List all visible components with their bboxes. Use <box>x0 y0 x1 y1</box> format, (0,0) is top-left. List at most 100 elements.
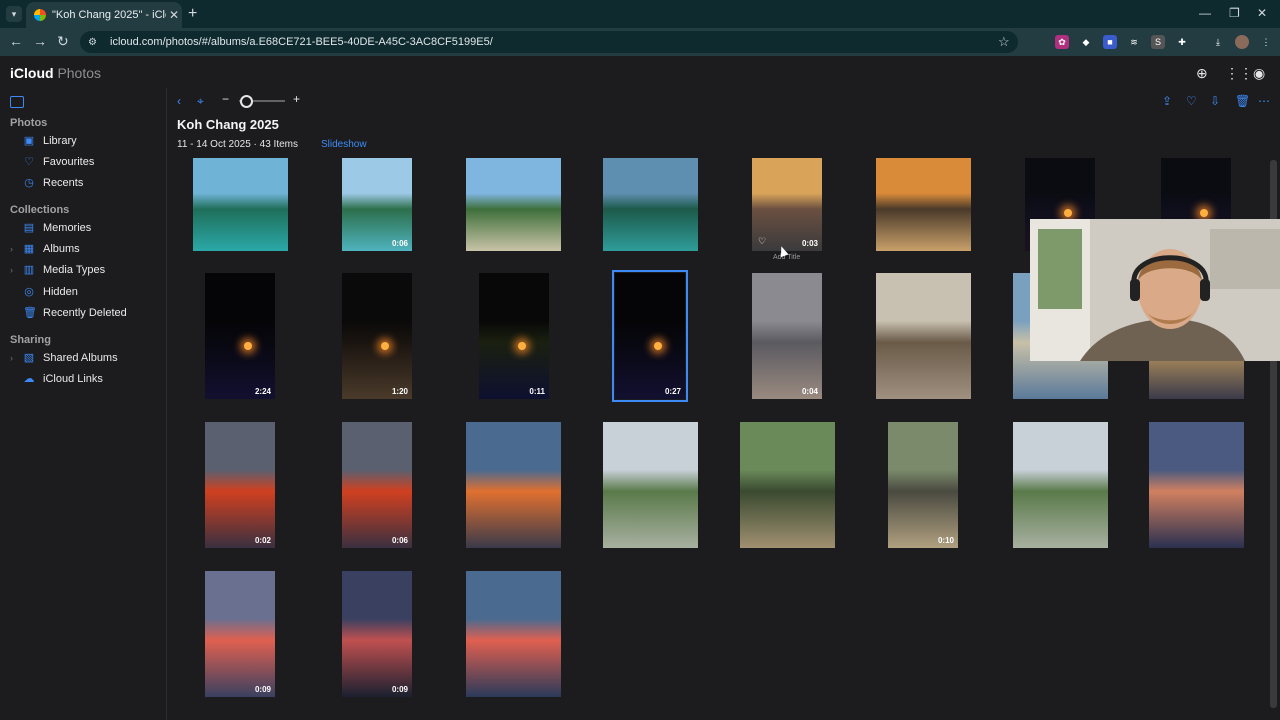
photo-thumbnail[interactable]: 0:06 <box>342 422 412 548</box>
photo-thumbnail[interactable]: 0:02 <box>205 422 275 548</box>
video-duration: 0:06 <box>391 239 408 248</box>
photo-thumbnail[interactable] <box>466 158 561 251</box>
sidebar-item-albums[interactable]: › ▦ Albums <box>10 239 161 259</box>
zoom-slider-knob[interactable] <box>240 95 253 108</box>
forward-icon[interactable]: → <box>33 33 47 49</box>
address-bar[interactable]: ⚙ icloud.com/photos/#/albums/a.E68CE721-… <box>80 31 1018 53</box>
media-types-icon: ▥ <box>23 264 35 276</box>
photo-thumbnail[interactable] <box>603 158 698 251</box>
photo-thumbnail[interactable]: 0:06 <box>342 158 412 251</box>
sidebar-item-media-types[interactable]: › ▥ Media Types <box>10 260 161 280</box>
photo-thumbnail[interactable]: 1:20 <box>342 273 412 399</box>
bookmark-star-icon[interactable]: ☆ <box>998 34 1018 50</box>
heart-icon: ♡ <box>24 156 34 168</box>
account-icon[interactable]: ◉ <box>1253 65 1265 82</box>
delete-icon[interactable]: 🗑 <box>1235 94 1250 108</box>
minimize-icon[interactable]: — <box>1199 6 1211 20</box>
photo-thumbnail[interactable] <box>740 422 835 548</box>
meta-separator: · <box>253 139 257 150</box>
album-title: Koh Chang 2025 <box>177 117 279 132</box>
trash-icon: 🗑 <box>23 307 37 319</box>
download-icon[interactable]: ⤓ <box>1211 35 1225 49</box>
photo-thumbnail[interactable] <box>876 273 971 399</box>
photo-thumbnail[interactable] <box>603 422 698 548</box>
photo-thumbnail[interactable] <box>876 158 971 251</box>
photo-thumbnail[interactable] <box>1013 422 1108 548</box>
add-icon[interactable]: ⊕ <box>1196 65 1208 82</box>
restore-icon[interactable]: ❐ <box>1229 6 1240 20</box>
video-duration: 0:09 <box>254 685 271 694</box>
chevron-right-icon[interactable]: › <box>10 244 13 254</box>
browser-tab[interactable]: "Koh Chang 2025" - iCloud Pho ✕ <box>26 2 182 28</box>
cloud-link-icon: ☁ <box>23 373 35 385</box>
photo-thumbnail[interactable]: 2:24 <box>205 273 275 399</box>
sidebar-item-shared-albums[interactable]: › ▧ Shared Albums <box>10 348 161 368</box>
sidebar-item-library[interactable]: ▣ Library <box>23 131 161 151</box>
puzzle-icon[interactable]: ✚ <box>1175 35 1189 49</box>
fire-glow <box>518 342 526 350</box>
tab-search-icon[interactable]: ▾ <box>6 6 22 22</box>
new-tab-button[interactable]: + <box>188 5 197 23</box>
tab-close-icon[interactable]: ✕ <box>166 8 182 22</box>
chevron-right-icon[interactable]: › <box>10 265 13 275</box>
photo-thumbnail[interactable] <box>193 158 288 251</box>
app-grid-icon[interactable]: ⋮⋮ <box>1225 65 1253 82</box>
sidebar-item-favourites[interactable]: ♡ Favourites <box>23 152 161 172</box>
window-close-icon[interactable]: ✕ <box>1257 6 1267 20</box>
upload-icon[interactable]: ⇪ <box>1162 94 1172 108</box>
sidebar-item-label: Favourites <box>43 156 95 168</box>
extension-icon[interactable]: ≋ <box>1127 35 1141 49</box>
icloud-photos-logo[interactable]: iCloud Photos <box>10 65 101 81</box>
chevron-right-icon[interactable]: › <box>10 353 13 363</box>
photo-thumbnail[interactable]: 0:04 <box>752 273 822 399</box>
photo-thumbnail[interactable]: 0:09 <box>342 571 412 697</box>
photo-thumbnail[interactable] <box>1149 422 1244 548</box>
photo-thumbnail[interactable]: 0:11 <box>479 273 549 399</box>
extension-icon[interactable]: ◆ <box>1079 35 1093 49</box>
sidebar-item-label: Media Types <box>43 264 106 276</box>
photo-thumbnail[interactable]: 0:09 <box>205 571 275 697</box>
profile-avatar-icon[interactable] <box>1235 35 1249 49</box>
slideshow-link[interactable]: Slideshow <box>321 139 367 150</box>
photo-thumbnail[interactable]: 0:03 ♡ <box>752 158 822 251</box>
zoom-in-icon[interactable]: + <box>293 92 300 106</box>
sidebar-item-recents[interactable]: ◷ Recents <box>23 173 161 193</box>
reload-icon[interactable]: ↻ <box>57 33 69 50</box>
filter-icon[interactable]: ⌖ <box>197 94 204 109</box>
extension-icon[interactable]: ■ <box>1103 35 1117 49</box>
zoom-out-icon[interactable]: − <box>222 92 229 106</box>
sidebar-item-icloud-links[interactable]: ☁ iCloud Links <box>23 369 161 389</box>
extension-icon[interactable]: S <box>1151 35 1165 49</box>
back-icon[interactable]: ← <box>9 33 23 49</box>
eye-icon: ◎ <box>24 286 34 298</box>
browser-menu-icon[interactable]: ⋮ <box>1259 35 1273 49</box>
site-info-icon[interactable]: ⚙ <box>88 37 104 48</box>
video-duration: 0:06 <box>391 536 408 545</box>
download-cloud-icon[interactable]: ⇩ <box>1210 94 1220 108</box>
sidebar-item-memories[interactable]: ▤ Memories <box>23 218 161 238</box>
icloud-header: iCloud Photos ⊕ ⋮⋮ ◉ <box>0 56 1280 88</box>
more-options-icon[interactable]: ⋯ <box>1258 94 1270 108</box>
sidebar-item-hidden[interactable]: ◎ Hidden <box>23 282 161 302</box>
sidebar-item-label: Recently Deleted <box>43 307 127 319</box>
sidebar-item-recently-deleted[interactable]: 🗑 Recently Deleted <box>23 303 161 323</box>
browser-tab-bar: ▾ "Koh Chang 2025" - iCloud Pho ✕ + — ❐ … <box>0 0 1280 28</box>
favourite-heart-icon[interactable]: ♡ <box>758 236 766 247</box>
sidebar-toggle-icon[interactable] <box>10 96 24 108</box>
section-collections: Collections <box>10 204 70 216</box>
sidebar-item-label: Recents <box>43 177 84 189</box>
photo-thumbnail[interactable] <box>466 422 561 548</box>
photo-thumbnail[interactable]: 0:10 <box>888 422 958 548</box>
video-duration: 0:09 <box>391 685 408 694</box>
video-duration: 2:24 <box>254 387 271 396</box>
photo-thumbnail[interactable] <box>466 571 561 697</box>
video-duration: 1:20 <box>391 387 408 396</box>
video-duration: 0:03 <box>801 239 818 248</box>
logo-photos-text: Photos <box>57 65 102 81</box>
back-chevron-icon[interactable]: ‹ <box>177 94 181 108</box>
extension-icon[interactable]: ✿ <box>1055 35 1069 49</box>
favourite-icon[interactable]: ♡ <box>1186 94 1197 108</box>
sidebar: Photos ▣ Library ♡ Favourites ◷ Recents Col… <box>0 88 167 720</box>
webcam-overlay <box>1030 219 1280 361</box>
photo-thumbnail[interactable]: 0:27 <box>612 270 688 402</box>
